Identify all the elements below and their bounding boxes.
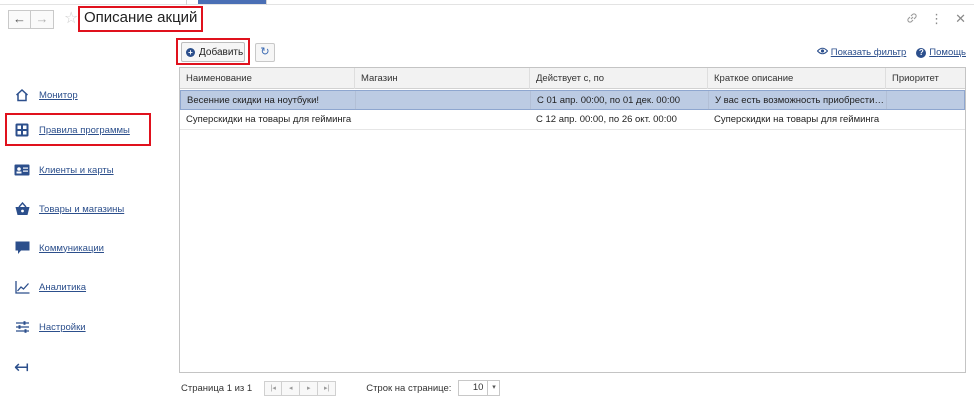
column-header-store[interactable]: Магазин [355, 68, 530, 89]
promotions-table: Наименование Магазин Действует с, по Кра… [179, 67, 966, 373]
history-nav: ← → [8, 10, 54, 29]
window-actions: ⋮ ✕ [906, 12, 966, 27]
home-icon [14, 87, 30, 103]
cell-priority [886, 110, 963, 129]
sidebar-item-label: Товары и магазины [39, 203, 125, 215]
sidebar-item-label: Аналитика [39, 281, 87, 293]
grid-apps-icon [14, 122, 30, 138]
cell-description: Суперскидки на товары для гейминга [714, 114, 880, 125]
help-link[interactable]: ? Помощь [916, 47, 966, 58]
next-page-icon: ▸ [306, 384, 311, 392]
sidebar-item-label: Клиенты и карты [39, 164, 114, 176]
forward-button[interactable]: → [31, 10, 54, 29]
top-strip [0, 0, 974, 5]
id-card-icon [14, 162, 30, 178]
last-page-button[interactable]: ▸| [318, 380, 337, 396]
add-button-label: Добавить [199, 46, 244, 58]
back-button[interactable]: ← [8, 10, 31, 29]
sidebar-item-label: Монитор [39, 89, 78, 101]
sidebar-item-program-rules[interactable]: Правила программы [14, 120, 130, 140]
rows-per-page-value: 10 [472, 382, 484, 393]
sidebar-item-label: Правила программы [39, 124, 130, 136]
close-icon[interactable]: ✕ [955, 12, 966, 27]
home-icon-svg [15, 88, 29, 102]
arrow-right-icon: → [35, 11, 49, 26]
cell-period: С 01 апр. 00:00, по 01 дек. 00:00 [531, 91, 709, 110]
cell-store [356, 91, 531, 110]
chart-line-icon-svg [14, 281, 29, 294]
prev-page-button[interactable]: ◂ [282, 380, 301, 396]
sidebar-item-communications[interactable]: Коммуникации [14, 238, 104, 258]
cell-name: Суперскидки на товары для гейминга [186, 114, 352, 125]
active-tab-indicator[interactable] [198, 0, 266, 4]
show-filter-label: Показать фильтр [830, 47, 907, 58]
sidebar-item-settings[interactable]: Настройки [14, 317, 86, 337]
cell-description: У вас есть возможность приобрести… [709, 91, 887, 110]
sidebar-item-label: Настройки [39, 321, 86, 333]
column-header-period[interactable]: Действует с, по [530, 68, 708, 89]
first-page-button[interactable]: |◂ [264, 380, 283, 396]
pager-buttons: |◂ ◂ ▸ ▸| [264, 380, 337, 396]
top-separator [186, 0, 187, 5]
column-header-description[interactable]: Краткое описание [708, 68, 886, 89]
cell-name: Весенние скидки на ноутбуки! [181, 91, 356, 110]
last-page-icon: ▸| [324, 384, 330, 392]
pager: Страница 1 из 1 |◂ ◂ ▸ ▸| Строк на стран… [181, 380, 501, 396]
toolbar-right: Показать фильтр ? Помощь [816, 47, 966, 58]
column-header-priority[interactable]: Приоритет [886, 68, 965, 89]
top-separator [266, 0, 267, 5]
collapse-sidebar-icon[interactable]: ↤ [14, 358, 29, 376]
sidebar-item-label: Коммуникации [39, 242, 104, 254]
table-row[interactable]: Суперскидки на товары для гейминга С 12 … [180, 110, 965, 130]
table-header: Наименование Магазин Действует с, по Кра… [180, 68, 965, 89]
next-page-button[interactable]: ▸ [300, 380, 319, 396]
chart-line-icon [14, 279, 30, 295]
help-circle-icon: ? [916, 47, 927, 58]
sidebar-item-goods-stores[interactable]: Товары и магазины [14, 199, 124, 219]
sidebar-item-analytics[interactable]: Аналитика [14, 277, 86, 297]
sidebar-item-clients-cards[interactable]: Клиенты и карты [14, 160, 114, 180]
sliders-icon [14, 319, 30, 335]
sliders-icon-svg [15, 321, 29, 333]
star-icon[interactable]: ☆ [64, 10, 78, 28]
basket-icon-svg [15, 202, 29, 215]
cell-store [355, 110, 530, 129]
column-header-name[interactable]: Наименование [180, 68, 355, 89]
refresh-icon: ↻ [260, 46, 270, 58]
show-filter-link[interactable]: Показать фильтр [816, 47, 907, 58]
rows-per-page-label: Строк на странице: [366, 382, 452, 394]
page-title: Описание акций [77, 6, 204, 32]
page-indicator: Страница 1 из 1 [181, 382, 253, 394]
eye-icon-svg [816, 47, 828, 55]
sidebar: Монитор Правила программы Клиенты и карт… [0, 60, 165, 401]
eye-icon [816, 47, 828, 58]
arrow-left-icon: ← [13, 11, 26, 26]
link-icon[interactable] [906, 12, 918, 27]
basket-icon [14, 201, 30, 217]
first-page-icon: |◂ [270, 384, 276, 392]
more-icon[interactable]: ⋮ [930, 12, 943, 27]
rows-per-page-select[interactable]: 10 ▾ [458, 380, 501, 396]
prev-page-icon: ◂ [288, 384, 293, 392]
grid-apps-icon-svg [15, 123, 29, 137]
help-label: Помощь [929, 47, 966, 58]
chevron-down-icon: ▾ [487, 381, 499, 395]
table-row[interactable]: Весенние скидки на ноутбуки! С 01 апр. 0… [180, 90, 965, 110]
chat-icon-svg [15, 241, 29, 254]
sidebar-item-monitor[interactable]: Монитор [14, 85, 78, 105]
add-button[interactable]: + Добавить [181, 42, 245, 62]
chat-icon [14, 240, 30, 256]
cell-priority [887, 91, 964, 110]
cell-period: С 12 апр. 00:00, по 26 окт. 00:00 [536, 114, 677, 125]
id-card-icon-svg [14, 164, 30, 176]
refresh-button[interactable]: ↻ [255, 43, 275, 62]
plus-circle-icon: + [186, 47, 195, 57]
link-icon-svg [907, 13, 917, 23]
